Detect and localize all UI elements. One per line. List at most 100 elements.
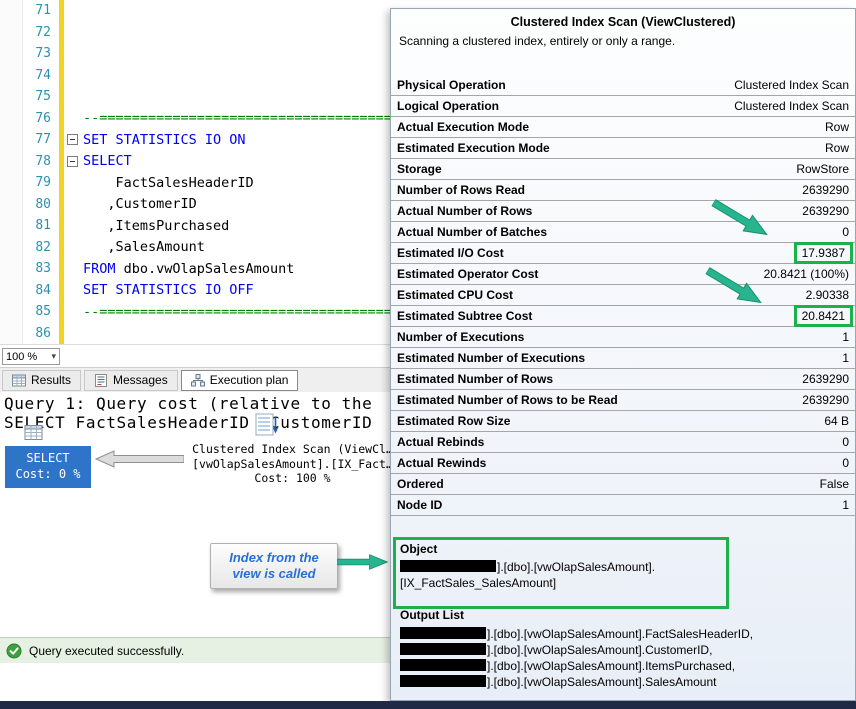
- code-token: ,CustomerID: [83, 196, 197, 213]
- editor-glyph-margin: [0, 193, 23, 215]
- property-label: Actual Execution Mode: [397, 120, 530, 134]
- editor-line[interactable]: 77 SET STATISTICS IO ON: [0, 129, 390, 151]
- editor-line[interactable]: 83 FROM dbo.vwOlapSalesAmount: [0, 258, 390, 280]
- editor-line[interactable]: 85 --====================================…: [0, 301, 390, 323]
- property-value: 1: [842, 330, 849, 344]
- editor-line[interactable]: 84 SET STATISTICS IO OFF: [0, 279, 390, 302]
- tooltip-property-row: Actual Number of Batches 0: [391, 222, 855, 243]
- fold-collapse-button[interactable]: [67, 155, 78, 167]
- fold-margin: [64, 129, 81, 151]
- plan-node-scan[interactable]: Clustered Index Scan (ViewCl… [vwOlapSal…: [185, 442, 390, 486]
- editor-glyph-margin: [0, 301, 23, 323]
- tooltip-property-row: Actual Number of Rows 2639290: [391, 201, 855, 222]
- editor-glyph-margin: [0, 64, 23, 86]
- tooltip-property-row: Estimated CPU Cost 2.90338: [391, 285, 855, 306]
- zoom-dropdown[interactable]: 100 % ▾: [2, 348, 60, 365]
- zoom-value: 100 %: [6, 350, 38, 363]
- plan-node-select[interactable]: SELECT Cost: 0 %: [5, 446, 91, 488]
- editor-glyph-margin: [0, 258, 23, 280]
- property-label: Estimated Execution Mode: [397, 141, 550, 155]
- line-number: 86: [35, 325, 51, 341]
- tab-results[interactable]: Results: [2, 369, 82, 391]
- property-value: 20.8421: [793, 305, 853, 327]
- messages-icon: [95, 373, 108, 387]
- tooltip-property-row: Estimated Execution Mode Row: [391, 138, 855, 159]
- fold-collapse-button[interactable]: [67, 134, 78, 146]
- code-text: --======================================…: [81, 304, 390, 320]
- tab-label: Results: [31, 373, 72, 387]
- window-bottom-border: [0, 701, 856, 709]
- code-token: SET STATISTICS IO OFF: [83, 282, 254, 299]
- output-list-text: ].[dbo].[vwOlapSalesAmount].SalesAmount: [487, 675, 717, 689]
- code-token: SELECT: [83, 153, 132, 170]
- line-number: 78: [35, 153, 51, 169]
- plan-data-flow-arrow: [94, 450, 184, 468]
- code-token: FROM: [83, 260, 116, 277]
- code-token: --======================================…: [83, 110, 390, 127]
- tooltip-property-row: Estimated Row Size 64 B: [391, 411, 855, 432]
- editor-glyph-margin: [0, 172, 23, 194]
- fold-margin: [64, 280, 81, 302]
- sql-editor[interactable]: 71 72 73 74 75 76 --==========================…: [0, 0, 390, 344]
- property-label: Actual Rebinds: [397, 435, 485, 449]
- editor-line[interactable]: 75: [0, 86, 390, 108]
- line-number: 83: [35, 261, 51, 277]
- tooltip-property-row: Logical Operation Clustered Index Scan: [391, 96, 855, 117]
- tooltip-property-row: Estimated Number of Rows 2639290: [391, 369, 855, 390]
- fold-margin: [64, 0, 81, 22]
- code-token: dbo.vwOlapSalesAmount: [115, 260, 295, 277]
- fold-margin: [64, 194, 81, 216]
- editor-line[interactable]: 76 --====================================…: [0, 107, 390, 129]
- output-list-item: ].[dbo].[vwOlapSalesAmount].FactSalesHea…: [400, 626, 851, 642]
- editor-line[interactable]: 74: [0, 64, 390, 86]
- property-value: 2639290: [802, 204, 849, 218]
- property-value: Row: [824, 120, 849, 134]
- tooltip-property-row: Estimated I/O Cost 17.9387: [391, 242, 855, 264]
- plan-query-statement: SELECT FactSalesHeaderID ,CustomerID: [4, 413, 373, 432]
- property-label: Estimated I/O Cost: [397, 246, 504, 260]
- results-tab-bar: Results Messages Execution plan: [0, 367, 390, 392]
- code-token: ,ItemsPurchased: [83, 217, 230, 234]
- fold-margin: [64, 151, 81, 173]
- fold-margin: [64, 172, 81, 194]
- tab-execution-plan[interactable]: Execution plan: [180, 369, 299, 391]
- property-label: Estimated Subtree Cost: [397, 309, 533, 323]
- code-text: ,SalesAmount: [81, 239, 390, 255]
- line-number: 84: [35, 282, 51, 298]
- object-value-text: ].[dbo].[vwOlapSalesAmount].: [497, 560, 656, 574]
- property-label: Storage: [397, 162, 442, 176]
- editor-line[interactable]: 82 ,SalesAmount: [0, 236, 390, 259]
- status-bar: Query executed successfully.: [0, 637, 390, 663]
- line-number: 71: [35, 3, 51, 19]
- property-value: 2639290: [802, 393, 849, 407]
- property-label: Estimated CPU Cost: [397, 288, 514, 302]
- execution-plan-pane: Query 1: Query cost (relative to the SEL…: [0, 392, 390, 637]
- editor-line[interactable]: 86: [0, 322, 390, 345]
- editor-line[interactable]: 71: [0, 0, 390, 22]
- fold-margin: [64, 237, 81, 259]
- tooltip-property-row: Number of Executions 1: [391, 327, 855, 348]
- tooltip-property-row: Actual Rewinds 0: [391, 453, 855, 474]
- editor-glyph-margin: [0, 43, 23, 65]
- zoom-bar: 100 % ▾: [0, 344, 390, 367]
- editor-line[interactable]: 78 SELECT: [0, 150, 390, 173]
- line-number: 76: [35, 110, 51, 126]
- tab-label: Messages: [113, 373, 168, 387]
- tooltip-property-row: Ordered False: [391, 474, 855, 495]
- fold-margin: [64, 323, 81, 345]
- editor-line[interactable]: 72: [0, 21, 390, 43]
- line-number: 72: [35, 24, 51, 40]
- editor-line[interactable]: 73: [0, 43, 390, 65]
- line-number: 79: [35, 175, 51, 191]
- line-number: 81: [35, 218, 51, 234]
- tab-messages[interactable]: Messages: [84, 369, 178, 391]
- editor-glyph-margin: [0, 129, 23, 151]
- editor-line[interactable]: 79 FactSalesHeaderID: [0, 172, 390, 194]
- object-section-header: Object: [400, 542, 438, 556]
- property-value: 0: [842, 225, 849, 239]
- editor-glyph-margin: [0, 0, 23, 22]
- editor-line[interactable]: 80 ,CustomerID: [0, 193, 390, 216]
- editor-line[interactable]: 81 ,ItemsPurchased: [0, 215, 390, 237]
- tooltip-property-row: Physical Operation Clustered Index Scan: [391, 75, 855, 96]
- code-text: ,ItemsPurchased: [81, 218, 390, 234]
